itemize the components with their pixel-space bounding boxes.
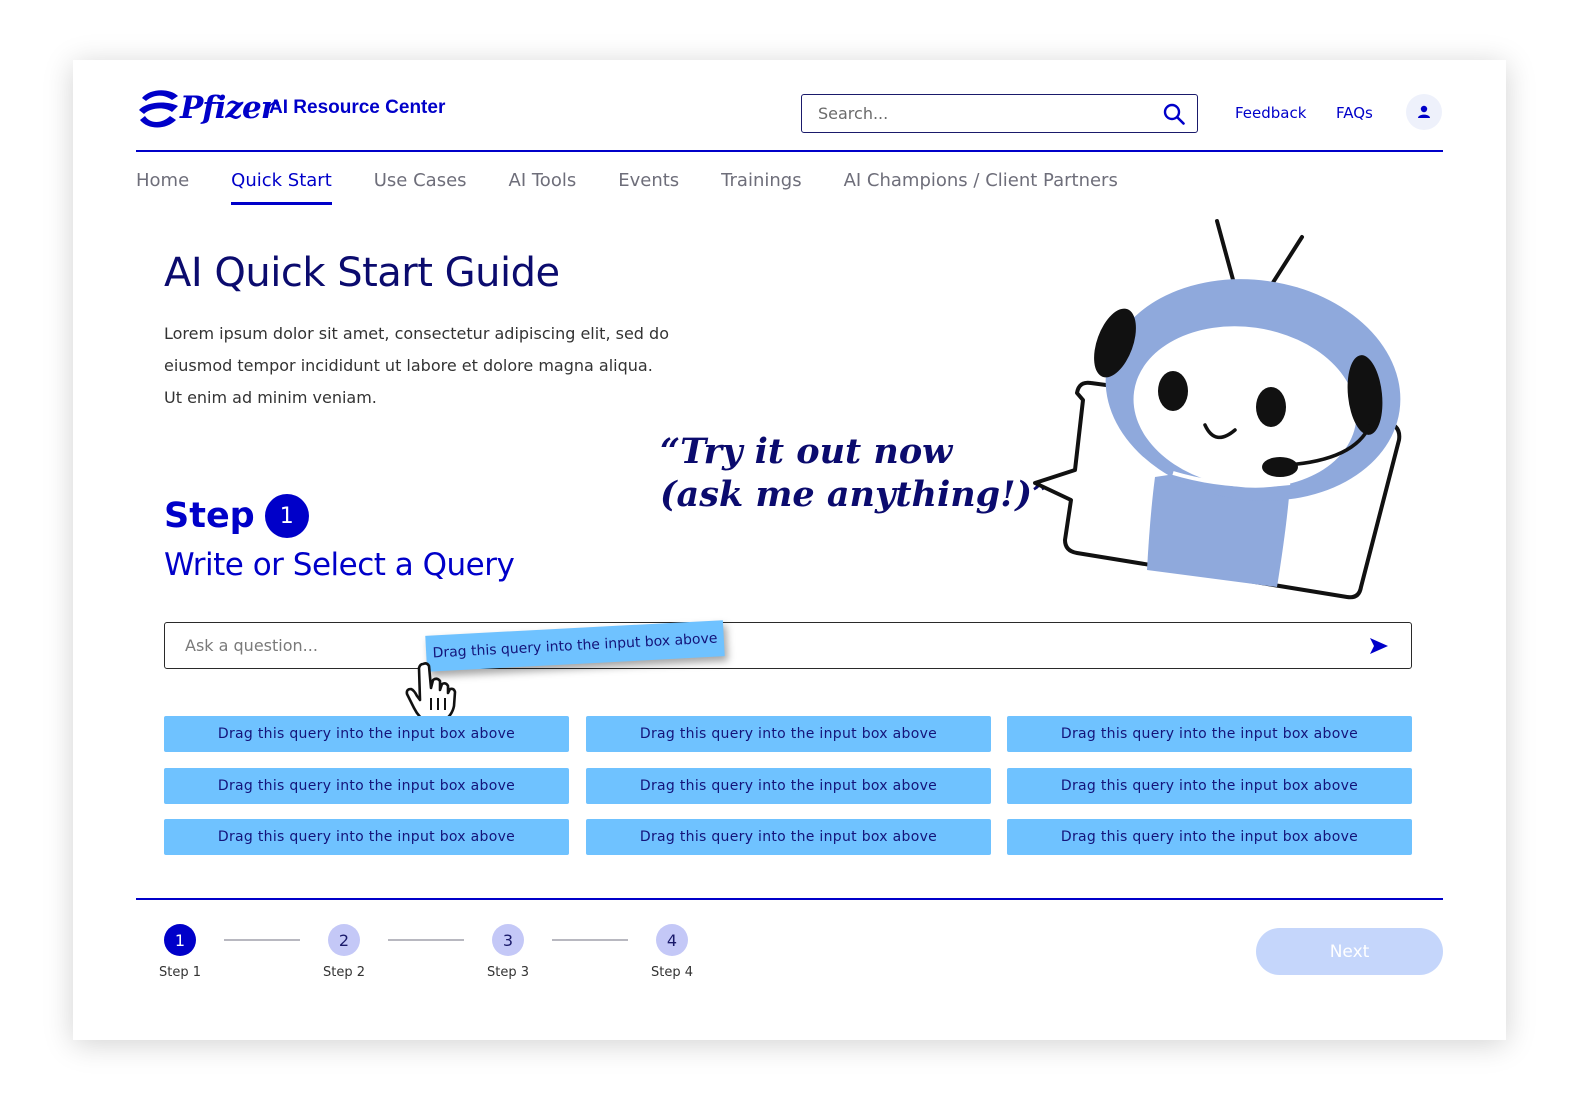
user-avatar-button[interactable]	[1406, 94, 1442, 130]
footer-divider	[136, 898, 1443, 900]
query-chip[interactable]: Drag this query into the input box above	[586, 819, 991, 855]
nav-quick-start[interactable]: Quick Start	[231, 170, 332, 205]
stepper-dot: 2	[328, 924, 360, 956]
intro-line: Ut enim ad minim veniam.	[164, 388, 377, 407]
nav-home[interactable]: Home	[136, 170, 189, 205]
search-box[interactable]	[801, 94, 1198, 133]
step-label: Step	[164, 496, 255, 536]
user-icon	[1418, 105, 1430, 118]
pfizer-logo[interactable]: Pfizer	[136, 82, 277, 134]
site-title[interactable]: AI Resource Center	[269, 97, 445, 119]
page-title: AI Quick Start Guide	[164, 250, 560, 296]
nav-ai-champions[interactable]: AI Champions / Client Partners	[844, 170, 1118, 205]
nav-use-cases[interactable]: Use Cases	[374, 170, 467, 205]
stepper-label: Step 1	[158, 965, 201, 980]
stepper-connector	[388, 939, 464, 941]
intro-line: Lorem ipsum dolor sit amet, consectetur …	[164, 324, 669, 343]
nav-ai-tools[interactable]: AI Tools	[509, 170, 577, 205]
query-chip[interactable]: Drag this query into the input box above	[164, 819, 569, 855]
main-nav: Home Quick Start Use Cases AI Tools Even…	[136, 170, 1160, 205]
speech-line: “Try it out now	[660, 431, 953, 472]
hand-cursor-icon	[405, 662, 457, 724]
query-chip[interactable]: Drag this query into the input box above	[164, 768, 569, 804]
stepper-label: Step 3	[486, 965, 529, 980]
logo-wordmark: Pfizer	[180, 90, 277, 126]
step-number-badge: 1	[264, 494, 309, 538]
query-box[interactable]	[164, 622, 1412, 669]
stepper-label: Step 2	[322, 965, 365, 980]
query-chip[interactable]: Drag this query into the input box above	[1007, 768, 1412, 804]
intro-paragraph: Lorem ipsum dolor sit amet, consectetur …	[164, 318, 684, 414]
speech-line: (ask me anything!)”	[660, 474, 1053, 515]
next-button[interactable]: Next	[1256, 928, 1443, 975]
query-chip[interactable]: Drag this query into the input box above	[164, 716, 569, 752]
query-chip[interactable]: Drag this query into the input box above	[1007, 716, 1412, 752]
feedback-link[interactable]: Feedback	[1235, 104, 1306, 122]
faqs-link[interactable]: FAQs	[1336, 104, 1373, 122]
stepper-step-4[interactable]: 4 Step 4	[642, 924, 702, 980]
query-chip[interactable]: Drag this query into the input box above	[586, 768, 991, 804]
send-icon[interactable]	[1369, 637, 1389, 655]
stepper-dot: 1	[164, 924, 196, 956]
header-divider	[136, 150, 1443, 152]
search-icon[interactable]	[1163, 103, 1185, 125]
step-subtitle: Write or Select a Query	[164, 547, 515, 583]
stepper-step-3[interactable]: 3 Step 3	[478, 924, 538, 980]
query-chip[interactable]: Drag this query into the input box above	[586, 716, 991, 752]
pfizer-logo-icon	[139, 90, 178, 128]
step-heading: Step 1	[164, 494, 309, 538]
stepper-dot: 3	[492, 924, 524, 956]
intro-line: eiusmod tempor incididunt ut labore et d…	[164, 356, 653, 375]
nav-events[interactable]: Events	[618, 170, 679, 205]
robot-illustration	[1033, 219, 1402, 600]
search-input[interactable]	[816, 103, 1140, 124]
stepper-connector	[224, 939, 300, 941]
stepper-step-2[interactable]: 2 Step 2	[314, 924, 374, 980]
nav-trainings[interactable]: Trainings	[721, 170, 801, 205]
stepper-dot: 4	[656, 924, 688, 956]
query-chip[interactable]: Drag this query into the input box above	[1007, 819, 1412, 855]
speech-callout: “Try it out now (ask me anything!)”	[660, 430, 1052, 516]
stepper-connector	[552, 939, 628, 941]
stepper-label: Step 4	[650, 965, 693, 980]
stepper-step-1[interactable]: 1 Step 1	[150, 924, 210, 980]
